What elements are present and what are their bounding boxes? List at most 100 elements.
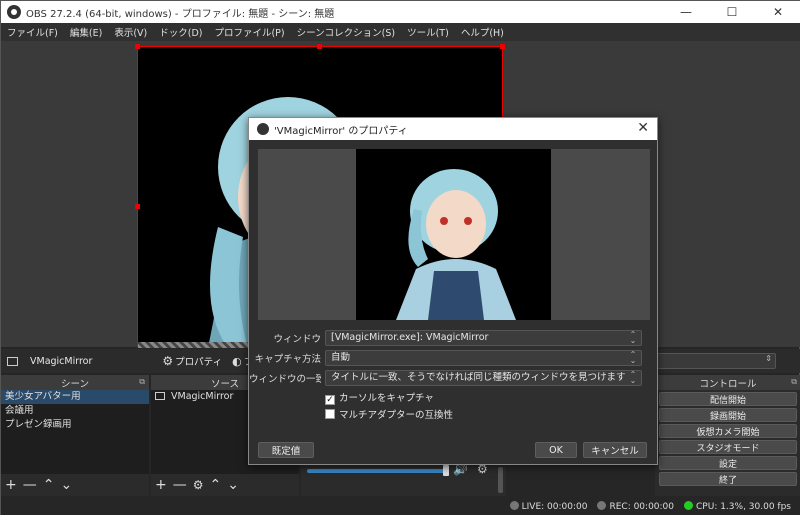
maximize-icon[interactable]: ☐ (709, 1, 755, 23)
checkbox-label: カーソルをキャプチャ (339, 393, 434, 404)
dialog-title: 'VMagicMirror' のプロパティ (274, 125, 408, 137)
menu-file[interactable]: ファイル(F) (1, 25, 64, 39)
source-toolbar-buttons: + — ⚙ ⌃ ⌄ (151, 474, 299, 496)
properties-button[interactable]: プロパティ (175, 354, 222, 368)
window-select-value: [VMagicMirror.exe]: VMagicMirror (331, 332, 489, 343)
checkbox-label: マルチアダプターの互換性 (339, 410, 454, 421)
scenes-title: シーン (60, 378, 90, 390)
controls-header: コントロール ⧉ (655, 375, 800, 390)
move-up-icon[interactable]: ⌃ (210, 477, 222, 493)
source-toolbar-combo[interactable]: ⇕ (656, 353, 776, 369)
menu-tools[interactable]: ツール(T) (401, 25, 455, 39)
menu-edit[interactable]: 編集(E) (64, 25, 108, 39)
updown-icon: ⌃ ⌄ (629, 350, 637, 365)
field-label: ウィンドウ (273, 334, 321, 345)
settings-button[interactable]: 設定 (659, 456, 797, 470)
scenes-header: シーン ⧉ (1, 375, 149, 390)
avatar-image (396, 169, 516, 320)
canvas-edge-hatch (138, 342, 248, 348)
scene-item[interactable]: 会議用 (1, 404, 149, 418)
window-match-value: タイトルに一致、そうでなければ同じ種類のウィンドウを見つけます (331, 372, 626, 383)
undock-icon[interactable]: ⧉ (791, 377, 797, 387)
updown-icon: ⇕ (765, 354, 772, 363)
menu-scene-collection[interactable]: シーンコレクション(S) (291, 25, 401, 39)
resize-handle[interactable] (317, 44, 322, 49)
capture-method-select[interactable]: 自動 ⌃ ⌄ (325, 350, 642, 366)
start-recording-button[interactable]: 録画開始 (659, 408, 797, 422)
field-label: キャプチャ方法 (254, 354, 321, 365)
ok-button[interactable]: OK (535, 442, 577, 458)
title-bar: OBS 27.2.4 (64-bit, windows) - プロファイル: 無… (1, 1, 800, 23)
window-match-select[interactable]: タイトルに一致、そうでなければ同じ種類のウィンドウを見つけます ⌃ ⌄ (325, 370, 642, 386)
dialog-preview-canvas (356, 149, 551, 320)
menu-dock[interactable]: ドック(D) (153, 25, 208, 39)
move-up-icon[interactable]: ⌃ (43, 477, 55, 493)
gear-icon[interactable]: ⚙ (162, 354, 173, 368)
add-icon[interactable]: + (155, 477, 167, 493)
rec-indicator-icon (597, 500, 607, 510)
resize-handle[interactable] (135, 204, 140, 209)
cpu-text: CPU: 1.3%, 30.00 fps (696, 501, 791, 512)
obs-logo-icon (257, 123, 269, 135)
scene-item[interactable]: 美少女アバター用 (1, 390, 149, 404)
start-streaming-button[interactable]: 配信開始 (659, 392, 797, 406)
close-icon[interactable]: ✕ (755, 1, 800, 23)
defaults-button[interactable]: 既定値 (258, 442, 314, 458)
add-icon[interactable]: + (5, 477, 17, 493)
volume-slider[interactable] (307, 469, 447, 473)
controls-title: コントロール (699, 378, 757, 390)
cancel-button[interactable]: キャンセル (583, 442, 647, 458)
close-icon[interactable]: ✕ (637, 120, 649, 136)
window-title: OBS 27.2.4 (64-bit, windows) - プロファイル: 無… (26, 8, 335, 20)
window-capture-icon (7, 356, 18, 366)
field-window-match-row: ウィンドウの一致 タイトルに一致、そうでなければ同じ種類のウィンドウを見つけます… (249, 370, 657, 386)
checkbox-checked-icon: ✓ (325, 395, 335, 405)
resize-handle[interactable] (500, 44, 505, 49)
resize-handle[interactable] (135, 44, 140, 49)
move-down-icon[interactable]: ⌄ (60, 477, 72, 493)
field-label: ウィンドウの一致 (249, 374, 321, 385)
volume-slider-handle[interactable] (443, 465, 449, 476)
cpu-indicator-icon (684, 500, 694, 510)
undock-icon[interactable]: ⧉ (139, 377, 145, 387)
scene-toolbar: + — ⌃ ⌄ (1, 474, 149, 496)
minimize-icon[interactable]: — (663, 1, 709, 23)
menu-view[interactable]: 表示(V) (108, 25, 153, 39)
sources-title: ソース (210, 378, 240, 390)
live-indicator-icon (509, 500, 519, 510)
controls-dock: コントロール ⧉ 配信開始 録画開始 仮想カメラ開始 スタジオモード 設定 終了 (655, 375, 800, 496)
scene-list: 美少女アバター用 会議用 プレゼン録画用 (1, 390, 149, 474)
multi-adapter-checkbox[interactable]: マルチアダプターの互換性 (325, 407, 453, 421)
updown-icon: ⌃ ⌄ (629, 330, 637, 345)
updown-icon: ⌃ ⌄ (629, 370, 637, 385)
dialog-preview (258, 149, 650, 320)
remove-icon[interactable]: — (173, 477, 187, 493)
menu-help[interactable]: ヘルプ(H) (455, 25, 510, 39)
menu-profile[interactable]: プロファイル(P) (208, 25, 290, 39)
obs-window: OBS 27.2.4 (64-bit, windows) - プロファイル: 無… (0, 0, 800, 515)
rec-time: REC: 00:00:00 (609, 501, 675, 512)
studio-mode-button[interactable]: スタジオモード (659, 440, 797, 454)
menu-bar: ファイル(F) 編集(E) 表示(V) ドック(D) プロファイル(P) シーン… (1, 23, 800, 41)
gear-icon[interactable]: ⚙ (193, 478, 204, 492)
scene-item[interactable]: プレゼン録画用 (1, 418, 149, 432)
window-capture-icon (155, 392, 165, 400)
checkbox-unchecked-icon (325, 409, 335, 419)
scenes-dock: シーン ⧉ 美少女アバター用 会議用 プレゼン録画用 + — ⌃ ⌄ (1, 375, 149, 496)
selected-source-name: VMagicMirror (30, 355, 93, 367)
obs-logo-icon (7, 5, 21, 19)
rec-status: REC: 00:00:00 (597, 500, 675, 512)
field-window-row: ウィンドウ [VMagicMirror.exe]: VMagicMirror ⌃… (249, 330, 657, 346)
window-select[interactable]: [VMagicMirror.exe]: VMagicMirror ⌃ ⌄ (325, 330, 642, 346)
status-bar: LIVE: 00:00:00 REC: 00:00:00 CPU: 1.3%, … (1, 496, 800, 515)
cpu-status: CPU: 1.3%, 30.00 fps (684, 500, 791, 512)
remove-icon[interactable]: — (23, 477, 37, 493)
start-virtual-camera-button[interactable]: 仮想カメラ開始 (659, 424, 797, 438)
move-down-icon[interactable]: ⌄ (227, 477, 239, 493)
filter-icon[interactable]: ◐ (232, 355, 242, 368)
exit-button[interactable]: 終了 (659, 472, 797, 486)
capture-cursor-checkbox[interactable]: ✓ カーソルをキャプチャ (325, 390, 434, 405)
capture-method-value: 自動 (331, 352, 351, 363)
dialog-title-bar: 'VMagicMirror' のプロパティ ✕ (249, 118, 657, 140)
scrollbar[interactable] (498, 467, 503, 493)
